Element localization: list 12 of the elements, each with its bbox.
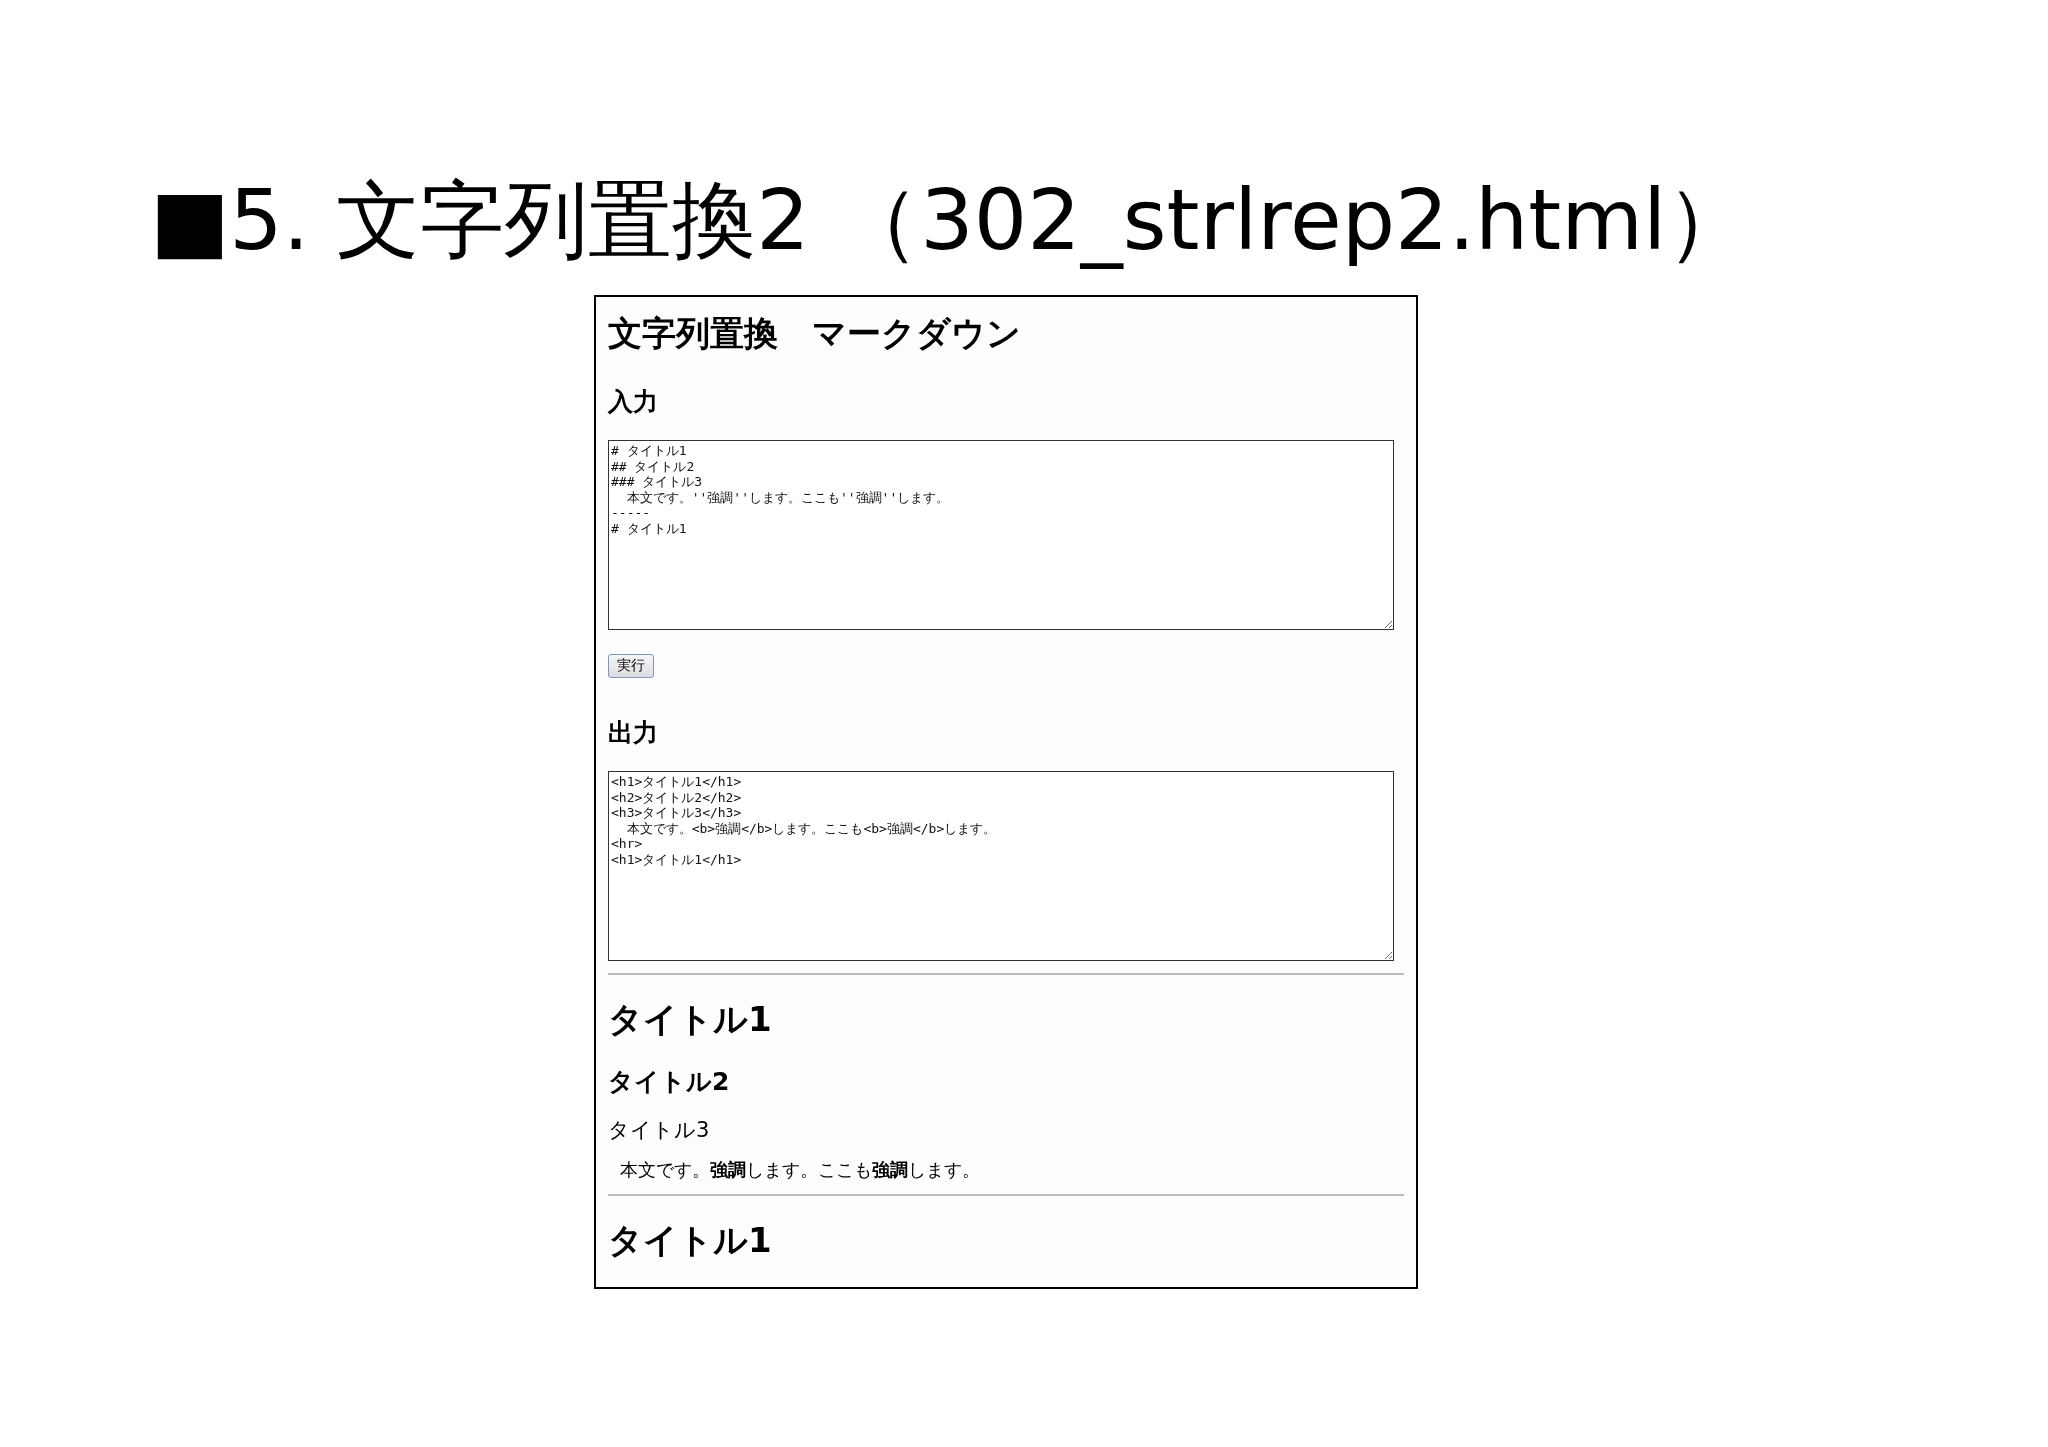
- output-field[interactable]: <h1>タイトル1</h1> <h2>タイトル2</h2> <h3>タイトル3</h3> 本文です。<b>強調</b>します。ここも<b>強調</b>します。 <hr> <h1>タイトル1</h1>: [608, 771, 1394, 961]
- rendered-heading: タイトル2: [608, 1066, 731, 1098]
- rendered-paragraph: 本文です。強調します。ここも強調します。: [619, 1158, 981, 1182]
- slide-title: ■5. 文字列置換2 （302_strlrep2.html）: [150, 170, 1752, 271]
- rendered-heading: タイトル3: [608, 1117, 711, 1144]
- input-field[interactable]: # タイトル1 ## タイトル2 ### タイトル3 本文です。''強調''します。ここも''強調''します。 ----- # タイトル1: [608, 440, 1394, 630]
- run-button[interactable]: 実行: [608, 654, 654, 678]
- section-heading: 入力: [608, 386, 659, 418]
- rendered-heading: タイトル1: [608, 998, 773, 1041]
- rendered-heading: タイトル1: [608, 1219, 773, 1262]
- section-heading: 出力: [608, 717, 659, 749]
- page-heading: 文字列置換 マークダウン: [608, 312, 1022, 355]
